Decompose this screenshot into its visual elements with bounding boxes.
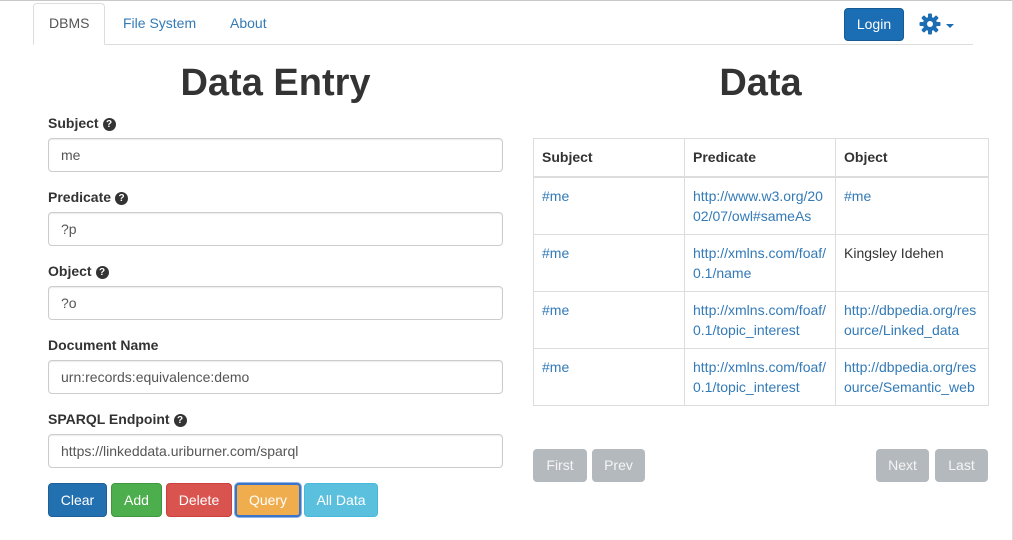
object-input[interactable] — [48, 286, 503, 320]
first-page-button[interactable]: First — [533, 449, 587, 482]
predicate-cell: http://xmlns.com/foaf/0.1/topic_interest — [684, 348, 836, 406]
table-row: #me http://xmlns.com/foaf/0.1/name Kings… — [533, 234, 989, 292]
subject-input[interactable] — [48, 138, 503, 172]
data-table: Subject Predicate Object #me http://www.… — [533, 138, 989, 406]
gear-icon — [919, 13, 941, 35]
settings-dropdown[interactable] — [918, 10, 958, 38]
predicate-link[interactable]: http://www.w3.org/2002/07/owl#sameAs — [693, 188, 823, 224]
subject-cell: #me — [533, 176, 685, 235]
predicate-label-text: Predicate — [48, 189, 112, 205]
table-row: #me http://xmlns.com/foaf/0.1/topic_inte… — [533, 291, 989, 349]
tab-about[interactable]: About — [215, 3, 282, 43]
predicate-input[interactable] — [48, 212, 503, 246]
predicate-link[interactable]: http://xmlns.com/foaf/0.1/topic_interest — [693, 359, 826, 395]
object-cell: http://dbpedia.org/resource/Semantic_web — [835, 348, 989, 406]
sparql-endpoint-label: SPARQL Endpoint? — [48, 410, 187, 428]
subject-cell: #me — [533, 348, 685, 406]
subject-cell: #me — [533, 291, 685, 349]
column-header-object: Object — [835, 138, 989, 178]
object-cell: Kingsley Idehen — [835, 234, 989, 292]
login-button[interactable]: Login — [844, 8, 904, 41]
next-page-button[interactable]: Next — [876, 449, 929, 482]
subject-cell: #me — [533, 234, 685, 292]
column-header-predicate: Predicate — [684, 138, 836, 178]
add-button[interactable]: Add — [111, 483, 162, 517]
query-button[interactable]: Query — [235, 483, 301, 517]
object-link[interactable]: #me — [844, 188, 871, 204]
predicate-cell: http://xmlns.com/foaf/0.1/name — [684, 234, 836, 292]
document-name-label: Document Name — [48, 336, 158, 354]
sparql-endpoint-input[interactable] — [48, 434, 503, 468]
question-circle-icon: ? — [173, 414, 187, 427]
subject-label-text: Subject — [48, 115, 99, 131]
last-page-button[interactable]: Last — [935, 449, 988, 482]
predicate-label: Predicate? — [48, 188, 129, 206]
clear-button[interactable]: Clear — [48, 483, 107, 517]
subject-link[interactable]: #me — [542, 302, 569, 318]
sparql-endpoint-label-text: SPARQL Endpoint — [48, 411, 170, 427]
table-row: #me http://xmlns.com/foaf/0.1/topic_inte… — [533, 348, 989, 406]
object-label-text: Object — [48, 263, 92, 279]
table-row: #me http://www.w3.org/2002/07/owl#sameAs… — [533, 176, 989, 235]
object-label: Object? — [48, 262, 109, 280]
data-entry-title: Data Entry — [180, 62, 371, 104]
prev-page-button[interactable]: Prev — [592, 449, 645, 482]
object-cell: #me — [835, 176, 989, 235]
document-name-input[interactable] — [48, 360, 503, 394]
tab-dbms[interactable]: DBMS — [33, 3, 106, 45]
delete-button[interactable]: Delete — [166, 483, 232, 517]
data-title: Data — [719, 62, 802, 104]
nav-tabs: DBMS File System About — [33, 3, 973, 45]
subject-link[interactable]: #me — [542, 245, 569, 261]
object-link[interactable]: http://dbpedia.org/resource/Semantic_web — [844, 359, 976, 395]
predicate-link[interactable]: http://xmlns.com/foaf/0.1/topic_interest — [693, 302, 826, 338]
question-circle-icon: ? — [95, 266, 109, 279]
object-cell: http://dbpedia.org/resource/Linked_data — [835, 291, 989, 349]
chevron-down-icon — [946, 24, 954, 28]
object-link[interactable]: http://dbpedia.org/resource/Linked_data — [844, 302, 976, 338]
subject-label: Subject? — [48, 114, 116, 132]
window-top-border — [0, 0, 1013, 1]
table-header-row: Subject Predicate Object — [533, 138, 989, 178]
subject-link[interactable]: #me — [542, 188, 569, 204]
predicate-link[interactable]: http://xmlns.com/foaf/0.1/name — [693, 245, 826, 281]
column-header-subject: Subject — [533, 138, 685, 178]
document-name-label-text: Document Name — [48, 337, 159, 353]
question-circle-icon: ? — [102, 118, 116, 131]
predicate-cell: http://xmlns.com/foaf/0.1/topic_interest — [684, 291, 836, 349]
predicate-cell: http://www.w3.org/2002/07/owl#sameAs — [684, 176, 836, 235]
question-circle-icon: ? — [115, 192, 129, 205]
all-data-button[interactable]: All Data — [304, 483, 378, 517]
subject-link[interactable]: #me — [542, 359, 569, 375]
tab-file-system[interactable]: File System — [108, 3, 211, 43]
